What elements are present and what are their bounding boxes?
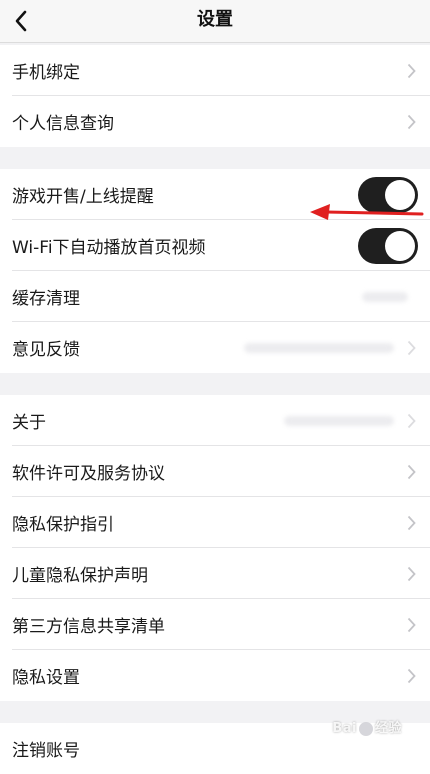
row-label: 儿童隐私保护声明 <box>12 566 148 586</box>
settings-row-privacy-guide[interactable]: 隐私保护指引 <box>0 497 430 548</box>
row-label: 隐私设置 <box>12 668 80 688</box>
page-title: 设置 <box>197 9 233 30</box>
row-label: 意见反馈 <box>12 340 80 360</box>
settings-row-phone-binding[interactable]: 手机绑定 <box>0 45 430 96</box>
row-label: 关于 <box>12 413 46 433</box>
row-label: 注销账号 <box>12 741 80 761</box>
row-label: 隐私保护指引 <box>12 515 114 535</box>
watermark-text-left: Bai <box>332 721 357 736</box>
settings-row-about[interactable]: 关于 <box>0 395 430 446</box>
annotation-arrow-icon <box>310 204 424 220</box>
watermark-text-right: 经验 <box>374 721 402 736</box>
section-gap <box>0 147 430 169</box>
paw-icon <box>358 721 373 736</box>
settings-row-license[interactable]: 软件许可及服务协议 <box>0 446 430 497</box>
settings-row-child-privacy[interactable]: 儿童隐私保护声明 <box>0 548 430 599</box>
blurred-value <box>284 415 394 426</box>
toggle-knob <box>385 230 415 261</box>
settings-row-wifi-autoplay: Wi-Fi下自动播放首页视频 <box>0 220 430 271</box>
section-gap <box>0 373 430 395</box>
chevron-right-icon <box>404 666 418 686</box>
navigation-bar: 设置 <box>0 0 430 43</box>
chevron-right-icon <box>404 112 418 132</box>
chevron-right-icon <box>404 61 418 81</box>
settings-row-third-party-sharing[interactable]: 第三方信息共享清单 <box>0 599 430 650</box>
watermark-logo: Bai 经验 <box>332 717 402 736</box>
wifi-autoplay-toggle[interactable] <box>358 227 418 264</box>
settings-row-clear-cache[interactable]: 缓存清理 <box>0 271 430 322</box>
settings-row-personal-info[interactable]: 个人信息查询 <box>0 96 430 147</box>
chevron-right-icon <box>404 564 418 584</box>
row-label: 软件许可及服务协议 <box>12 464 165 484</box>
chevron-right-icon <box>404 462 418 482</box>
blurred-value <box>244 342 394 353</box>
row-label: 第三方信息共享清单 <box>12 617 165 637</box>
settings-row-privacy-settings[interactable]: 隐私设置 <box>0 650 430 701</box>
account-group: 手机绑定 个人信息查询 <box>0 45 430 147</box>
chevron-right-icon <box>404 411 418 431</box>
chevron-right-icon <box>404 338 418 358</box>
preferences-group: 游戏开售/上线提醒 Wi-Fi下自动播放首页视频 缓存清理 意见反馈 <box>0 169 430 373</box>
about-group: 关于 软件许可及服务协议 隐私保护指引 儿童隐私保护声明 第三方信息共享清单 隐… <box>0 395 430 701</box>
row-label: Wi-Fi下自动播放首页视频 <box>12 238 206 258</box>
chevron-right-icon <box>404 513 418 533</box>
row-label: 个人信息查询 <box>12 114 114 134</box>
row-label: 手机绑定 <box>12 63 80 83</box>
chevron-right-icon <box>404 615 418 635</box>
row-label: 缓存清理 <box>12 289 80 309</box>
settings-row-feedback[interactable]: 意见反馈 <box>0 322 430 373</box>
blurred-value <box>362 291 408 302</box>
